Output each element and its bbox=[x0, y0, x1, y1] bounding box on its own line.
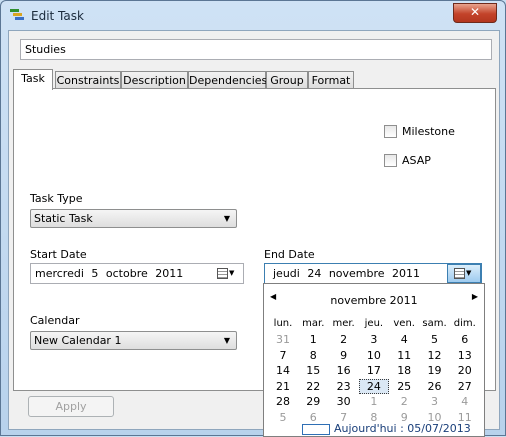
tab-description[interactable]: Description bbox=[121, 71, 188, 89]
asap-checkbox[interactable] bbox=[384, 154, 397, 167]
window-title: Edit Task bbox=[31, 9, 84, 23]
weekday-header: jeu. bbox=[364, 318, 384, 329]
day-cell[interactable]: 1 bbox=[359, 394, 389, 409]
day-cell[interactable]: 6 bbox=[450, 332, 480, 347]
datepicker-month: novembre 2011 bbox=[330, 294, 418, 307]
gantt-app-icon bbox=[10, 9, 24, 20]
tab-dependencies[interactable]: Dependencies bbox=[188, 71, 267, 89]
day-cell[interactable]: 15 bbox=[298, 363, 328, 378]
task-type-select[interactable]: Static Task ▼ bbox=[30, 209, 237, 228]
week-row: 14 15 16 17 18 19 20 bbox=[268, 363, 480, 378]
day-cell[interactable]: 22 bbox=[298, 379, 328, 394]
day-cell[interactable]: 16 bbox=[329, 363, 359, 378]
date-picker-popup: ◀ novembre 2011 ▶ lun. mar. mer. jeu. ven. sa… bbox=[263, 283, 485, 437]
weekday-header: lun. bbox=[273, 318, 293, 329]
day-cell[interactable]: 12 bbox=[420, 348, 450, 363]
chevron-down-icon: ▼ bbox=[229, 269, 235, 277]
tab-task[interactable]: Task bbox=[13, 69, 53, 90]
task-type-label: Task Type bbox=[30, 192, 83, 205]
task-type-value: Static Task bbox=[34, 212, 93, 225]
day-cell[interactable]: 10 bbox=[359, 348, 389, 363]
end-date-field[interactable]: jeudi 24 novembre 2011 ▼ bbox=[264, 263, 482, 284]
selected-day-cell[interactable]: 24 bbox=[358, 378, 389, 394]
day-cell[interactable]: 25 bbox=[389, 379, 419, 394]
start-date-value: mercredi 5 octobre 2011 bbox=[35, 267, 184, 280]
apply-button[interactable]: Apply bbox=[28, 396, 114, 417]
day-cell[interactable]: 21 bbox=[268, 379, 298, 394]
calendar-icon bbox=[217, 267, 228, 279]
title-bar[interactable]: Edit Task ✕ bbox=[1, 1, 505, 31]
weekday-header: mar. bbox=[302, 318, 325, 329]
next-month-arrow[interactable]: ▶ bbox=[472, 292, 478, 301]
end-calendar-button[interactable]: ▼ bbox=[447, 264, 481, 283]
week-row: 21 22 23 24 25 26 27 bbox=[268, 378, 480, 394]
week-row: 31 1 2 3 4 5 6 bbox=[268, 332, 480, 347]
task-name-input[interactable]: Studies bbox=[20, 39, 492, 60]
day-cell[interactable]: 9 bbox=[329, 348, 359, 363]
week-row: 28 29 30 1 2 3 4 bbox=[268, 394, 480, 409]
weekday-header-row: lun. mar. mer. jeu. ven. sam. dim. bbox=[268, 316, 480, 331]
day-cell[interactable]: 11 bbox=[389, 348, 419, 363]
today-marker bbox=[302, 424, 330, 435]
milestone-label: Milestone bbox=[402, 125, 455, 138]
day-cell[interactable]: 31 bbox=[268, 332, 298, 347]
day-cell[interactable]: 4 bbox=[450, 394, 480, 409]
close-button[interactable]: ✕ bbox=[453, 3, 497, 23]
day-cell[interactable]: 28 bbox=[268, 394, 298, 409]
day-cell[interactable]: 14 bbox=[268, 363, 298, 378]
chevron-down-icon: ▼ bbox=[223, 336, 230, 345]
day-cell[interactable]: 29 bbox=[298, 394, 328, 409]
week-row: 7 8 9 10 11 12 13 bbox=[268, 348, 480, 363]
day-cell[interactable]: 5 bbox=[420, 332, 450, 347]
start-date-field[interactable]: mercredi 5 octobre 2011 ▼ bbox=[30, 263, 244, 284]
weekday-header: ven. bbox=[393, 318, 415, 329]
start-date-label: Start Date bbox=[30, 248, 87, 261]
day-cell[interactable]: 27 bbox=[450, 379, 480, 394]
day-cell[interactable]: 17 bbox=[359, 363, 389, 378]
day-cell[interactable]: 6 bbox=[298, 410, 328, 425]
day-cell[interactable]: 19 bbox=[420, 363, 450, 378]
milestone-checkbox[interactable] bbox=[384, 125, 397, 138]
day-cell[interactable]: 26 bbox=[420, 379, 450, 394]
day-cell[interactable]: 3 bbox=[420, 394, 450, 409]
day-cell[interactable]: 20 bbox=[450, 363, 480, 378]
asap-label: ASAP bbox=[402, 154, 431, 167]
start-calendar-button[interactable]: ▼ bbox=[217, 266, 243, 280]
day-cell[interactable]: 13 bbox=[450, 348, 480, 363]
day-cell[interactable]: 4 bbox=[389, 332, 419, 347]
weekday-header: mer. bbox=[332, 318, 355, 329]
tab-format[interactable]: Format bbox=[308, 71, 354, 89]
day-cell[interactable]: 7 bbox=[268, 348, 298, 363]
day-cell[interactable]: 1 bbox=[298, 332, 328, 347]
day-cell[interactable]: 8 bbox=[298, 348, 328, 363]
end-date-label: End Date bbox=[264, 248, 315, 261]
day-cell[interactable]: 5 bbox=[268, 410, 298, 425]
calendar-label: Calendar bbox=[30, 314, 80, 327]
day-cell[interactable]: 18 bbox=[389, 363, 419, 378]
calendar-select[interactable]: New Calendar 1 ▼ bbox=[30, 331, 237, 350]
today-link[interactable]: Aujourd'hui : 05/07/2013 bbox=[334, 422, 471, 435]
chevron-down-icon: ▼ bbox=[466, 269, 472, 277]
tab-constraints[interactable]: Constraints bbox=[55, 71, 121, 89]
day-cell[interactable]: 23 bbox=[329, 379, 359, 394]
day-cell[interactable]: 2 bbox=[329, 332, 359, 347]
calendar-icon bbox=[454, 268, 465, 279]
edit-task-window: Edit Task ✕ Studies Task Constraints Des… bbox=[0, 0, 506, 437]
end-date-value: jeudi 24 novembre 2011 bbox=[273, 267, 421, 280]
day-cell[interactable]: 3 bbox=[359, 332, 389, 347]
day-cell[interactable]: 2 bbox=[389, 394, 419, 409]
weekday-header: sam. bbox=[422, 318, 447, 329]
day-cell[interactable]: 30 bbox=[329, 394, 359, 409]
calendar-value: New Calendar 1 bbox=[34, 334, 122, 347]
weekday-header: dim. bbox=[453, 318, 476, 329]
tab-group[interactable]: Group bbox=[266, 71, 308, 89]
chevron-down-icon: ▼ bbox=[223, 214, 230, 223]
